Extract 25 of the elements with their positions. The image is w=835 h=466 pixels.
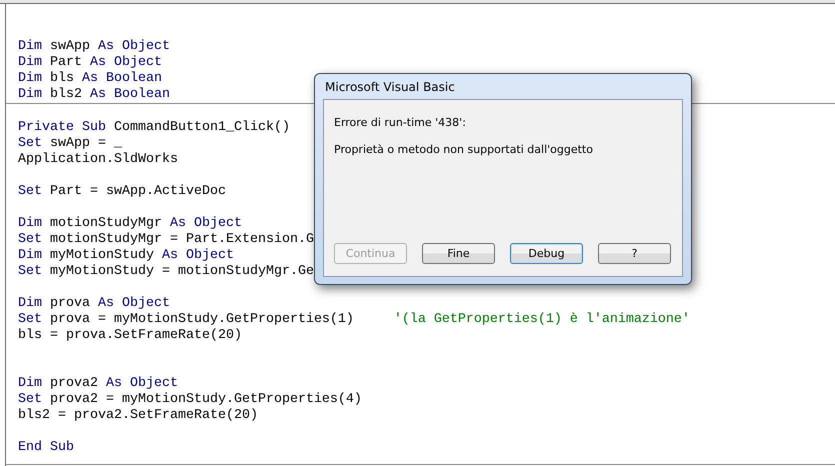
code-line: Set prova2 = myMotionStudy.GetProperties(4)	[18, 392, 362, 408]
error-message: Proprietà o metodo non supportati dall'oggetto	[334, 143, 594, 157]
code-line: End Sub	[18, 440, 74, 456]
dialog-button[interactable]: ?	[598, 243, 671, 264]
code-line: Set Part = swApp.ActiveDoc	[18, 184, 226, 200]
code-line: bls = prova.SetFrameRate(20)	[18, 328, 242, 344]
code-line: Set swApp = _	[18, 136, 122, 152]
dialog-title: Microsoft Visual Basic	[324, 79, 456, 96]
dialog-button[interactable]: Fine	[422, 243, 495, 264]
code-line: Dim motionStudyMgr As Object	[18, 216, 242, 232]
code-line: Dim swApp As Object	[18, 39, 170, 55]
code-line: bls2 = prova2.SetFrameRate(20)	[18, 408, 258, 424]
code-line: Dim prova2 As Object	[18, 376, 178, 392]
code-line: Set myMotionStudy = motionStudyMgr.Ge	[18, 264, 314, 280]
code-line: Set prova = myMotionStudy.GetProperties(1) '(la GetProperties(1) è l'animazione'	[18, 312, 690, 328]
code-line: Dim prova As Object	[18, 296, 170, 312]
code-line: Dim Part As Object	[18, 55, 162, 71]
code-line: Set motionStudyMgr = Part.Extension.G	[18, 232, 314, 248]
code-line: Private Sub CommandButton1_Click()	[18, 120, 290, 136]
code-line: Dim bls2 As Boolean	[18, 87, 170, 103]
dialog-button[interactable]: Debug	[510, 243, 583, 264]
code-line: Application.SldWorks	[18, 152, 178, 168]
error-message: Errore di run-time '438':	[334, 116, 467, 130]
code-line: Dim myMotionStudy As Object	[18, 248, 234, 264]
code-line: Dim bls As Boolean	[18, 71, 162, 87]
